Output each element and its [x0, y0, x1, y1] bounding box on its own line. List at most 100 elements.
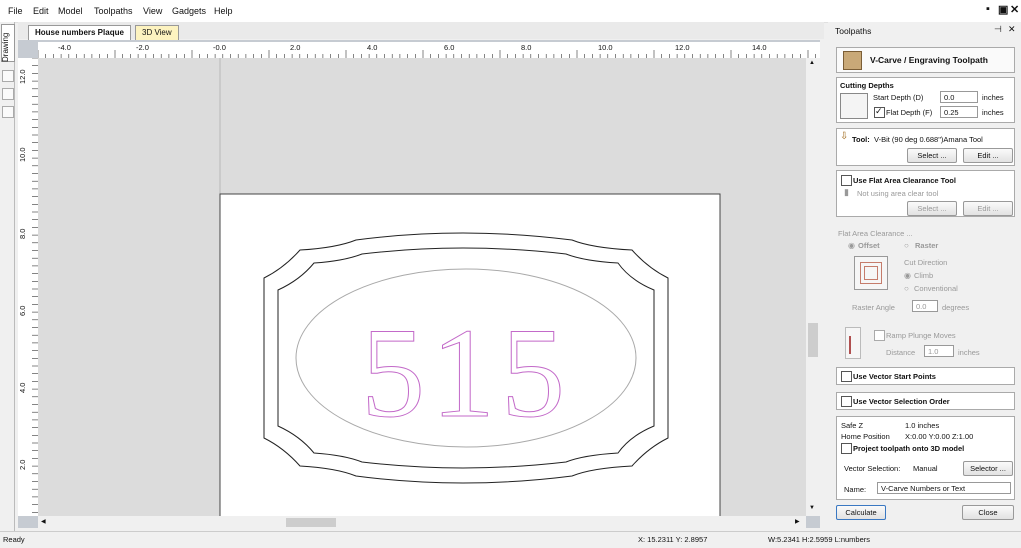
ruler-top-label: 12.0: [675, 43, 690, 52]
tool-select-button[interactable]: Select ...: [907, 148, 957, 163]
vertical-scrollbar[interactable]: ▲ ▼: [806, 58, 820, 516]
climb-radio-icon[interactable]: ◉: [904, 271, 911, 280]
offset-radio-label: Offset: [858, 241, 880, 250]
drawing-svg: 515: [219, 58, 721, 516]
safe-z-value: 1.0 inches: [905, 421, 940, 430]
horizontal-scrollbar[interactable]: ◀ ▶: [38, 516, 806, 528]
raster-radio-icon[interactable]: ○: [904, 241, 909, 250]
home-position-label: Home Position: [841, 432, 890, 441]
ramp-checkbox[interactable]: [874, 330, 885, 341]
scroll-left-icon[interactable]: ◀: [41, 518, 46, 525]
close-button[interactable]: Close: [962, 505, 1014, 520]
ruler-left-label: 4.0: [18, 382, 27, 393]
status-bar: Ready X: 15.2311 Y: 2.8957 W:5.2341 H:2.…: [0, 531, 1021, 548]
top-ruler-ticks: [38, 50, 817, 58]
status-selection-size: W:5.2341 H:2.5959 L:numbers: [768, 535, 871, 544]
tool-name: V-Bit (90 deg 0.688")Amana Tool: [874, 135, 983, 144]
ruler-left-label: 12.0: [18, 69, 27, 84]
tool-edit-button[interactable]: Edit ...: [963, 148, 1013, 163]
menu-bar: File Edit Model Toolpaths View Gadgets H…: [0, 0, 1021, 23]
flat-area-heading: Flat Area Clearance ...: [838, 229, 913, 238]
vector-start-label: Use Vector Start Points: [853, 372, 936, 381]
clear-tool-note: Not using area clear tool: [857, 189, 939, 198]
tool-bit-icon: ⇩: [840, 131, 849, 142]
tool-section: ⇩ Tool: V-Bit (90 deg 0.688")Amana Tool …: [836, 128, 1015, 166]
ramp-distance-unit: inches: [958, 348, 980, 357]
conventional-radio-label: Conventional: [914, 284, 958, 293]
menu-file[interactable]: File: [8, 6, 23, 16]
panel-pin-icon[interactable]: ⊣: [994, 24, 1002, 35]
vector-order-checkbox[interactable]: [841, 396, 852, 407]
side-pin-button[interactable]: [2, 70, 14, 82]
drawing-tab-label: Drawing: [1, 32, 10, 62]
close-icon[interactable]: ✕: [1010, 3, 1019, 16]
project-toolpath-checkbox[interactable]: [841, 443, 852, 454]
menu-gadgets[interactable]: Gadgets: [172, 6, 206, 16]
minimize-icon[interactable]: ▪: [986, 3, 990, 15]
cutting-depths-heading: Cutting Depths: [840, 81, 894, 90]
settings-section: Safe Z 1.0 inches Home Position X:0.00 Y…: [836, 416, 1015, 500]
conventional-radio-icon[interactable]: ○: [904, 284, 909, 293]
flat-area-options: Flat Area Clearance ... ◉ Offset ○ Raste…: [836, 228, 1015, 318]
side-layer-button[interactable]: [2, 88, 14, 100]
menu-edit[interactable]: Edit: [33, 6, 49, 16]
flat-depth-unit: inches: [982, 108, 1004, 117]
vector-selection-value: Manual: [913, 464, 938, 473]
side-extra-button[interactable]: [2, 106, 14, 118]
top-ruler: -4.0 -2.0 -0.0 2.0 4.0 6.0 8.0 10.0 12.0…: [38, 42, 820, 59]
house-number-text[interactable]: 515: [361, 302, 571, 445]
ruler-left-label: 10.0: [18, 147, 27, 162]
flat-depth-checkbox[interactable]: ✓: [874, 106, 885, 118]
calculate-button[interactable]: Calculate: [836, 505, 886, 520]
menu-model[interactable]: Model: [58, 6, 83, 16]
flat-clearance-tool-section: Use Flat Area Clearance Tool ▮ Not using…: [836, 170, 1015, 217]
start-depth-input[interactable]: 0.0: [940, 91, 978, 103]
ruler-top-label: -2.0: [136, 43, 149, 52]
flat-clearance-checkbox[interactable]: [841, 175, 852, 186]
panel-close-icon[interactable]: ✕: [1008, 24, 1016, 35]
ruler-top-label: 14.0: [752, 43, 767, 52]
menu-toolpaths[interactable]: Toolpaths: [94, 6, 133, 16]
climb-radio-label: Climb: [914, 271, 934, 280]
flat-depth-input[interactable]: 0.25: [940, 106, 978, 118]
vertical-scroll-thumb[interactable]: [808, 323, 818, 357]
vector-start-checkbox[interactable]: [841, 371, 852, 382]
raster-angle-label: Raster Angle: [852, 303, 895, 312]
scroll-up-icon[interactable]: ▲: [809, 60, 815, 66]
vector-selection-label: Vector Selection:: [844, 464, 901, 473]
menu-view[interactable]: View: [143, 6, 162, 16]
safe-z-label: Safe Z: [841, 421, 864, 430]
offset-pattern-icon: [854, 256, 888, 290]
ruler-left-label: 2.0: [18, 459, 27, 470]
toolpath-name-input[interactable]: V-Carve Numbers or Text: [877, 482, 1011, 494]
ruler-left-label: 8.0: [18, 228, 27, 239]
ruler-top-label: 8.0: [521, 43, 532, 52]
clear-tool-edit-button[interactable]: Edit ...: [963, 201, 1013, 216]
ruler-top-label: 2.0: [290, 43, 301, 52]
clear-tool-select-button[interactable]: Select ...: [907, 201, 957, 216]
ruler-top-label: -0.0: [213, 43, 226, 52]
drawing-viewport[interactable]: 515: [38, 58, 806, 516]
scroll-down-icon[interactable]: ▼: [809, 505, 815, 511]
menu-help[interactable]: Help: [214, 6, 233, 16]
tab-house-numbers-plaque[interactable]: House numbers Plaque: [28, 25, 131, 40]
panel-title: Toolpaths: [835, 26, 872, 36]
horizontal-scroll-thumb[interactable]: [286, 518, 336, 527]
restore-icon[interactable]: ▣: [998, 3, 1008, 16]
offset-radio-icon[interactable]: ◉: [848, 241, 855, 250]
ramp-distance-label: Distance: [886, 348, 916, 357]
toolpath-name-label: Name:: [844, 485, 867, 494]
raster-angle-input[interactable]: 0.0: [912, 300, 938, 312]
status-coordinates: X: 15.2311 Y: 2.8957: [638, 535, 708, 544]
document-tabs: House numbers Plaque 3D View: [18, 22, 824, 40]
drawing-side-tab[interactable]: Drawing: [0, 22, 15, 532]
scroll-right-icon[interactable]: ▶: [795, 518, 800, 525]
ramp-distance-input[interactable]: 1.0: [924, 345, 954, 357]
tab-3d-view[interactable]: 3D View: [135, 25, 179, 40]
start-depth-label: Start Depth (D): [873, 93, 924, 102]
ruler-top-label: -4.0: [58, 43, 71, 52]
vcarve-icon: [843, 51, 862, 70]
selector-button[interactable]: Selector ...: [963, 461, 1013, 476]
vector-order-label: Use Vector Selection Order: [853, 397, 950, 406]
status-ready: Ready: [3, 535, 25, 544]
